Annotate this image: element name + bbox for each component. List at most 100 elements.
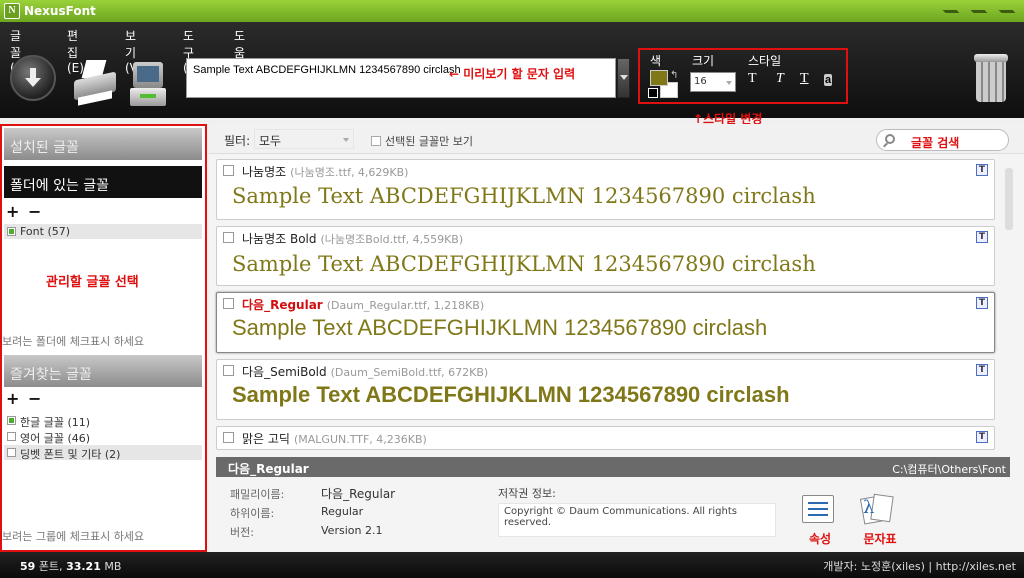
font-sample: Sample Text ABCDEFGHIJKLMN 1234567890 ci…: [232, 315, 768, 340]
details-header: 다음_Regular C:\컴퓨터\Others\Font: [216, 457, 1010, 477]
font-file-info: (Daum_Regular.ttf, 1,218KB): [326, 299, 485, 312]
filter-label: 필터:: [224, 134, 251, 148]
font-checkbox[interactable]: [223, 232, 234, 243]
color-label: 색: [650, 54, 662, 68]
remove-folder-button[interactable]: −: [28, 202, 41, 221]
italic-style-button[interactable]: T: [776, 71, 784, 87]
subfamily-name-label: 하위이름:: [230, 507, 275, 520]
version-label: 버전:: [230, 526, 254, 539]
font-list-scrollbar[interactable]: [1005, 168, 1013, 230]
font-name: 다음_Regular (Daum_Regular.ttf, 1,218KB): [242, 298, 485, 312]
copyright-value: Copyright © Daum Communications. All rig…: [498, 503, 776, 537]
developer-info: 개발자: 노정훈(xiles) | http://xiles.net: [823, 560, 1016, 573]
font-name: 맑은 고딕 (MALGUN.TTF, 4,236KB): [242, 432, 427, 446]
font-name: 나눔명조 Bold (나눔명조Bold.ttf, 4,559KB): [242, 232, 464, 246]
antialias-style-button[interactable]: a: [824, 74, 833, 86]
character-map-icon: λ: [859, 493, 894, 525]
app-logo-icon: N: [4, 3, 20, 19]
filter-bar: 필터: 모두 선택된 글꼴만 보기 글꼴 검색: [209, 124, 1024, 154]
trash-icon[interactable]: [974, 54, 1008, 104]
subfamily-name-value: Regular: [321, 505, 364, 518]
font-checkbox[interactable]: [223, 432, 234, 443]
favorite-item-label: 영어 글꼴 (46): [20, 432, 91, 445]
font-search-input[interactable]: 글꼴 검색: [876, 129, 1009, 151]
folder-item-checkbox[interactable]: [7, 227, 16, 236]
family-name-label: 패밀리이름:: [230, 488, 285, 501]
font-checkbox[interactable]: [223, 365, 234, 376]
font-type-icon: T: [976, 231, 988, 243]
font-name: 다음_SemiBold (Daum_SemiBold.ttf, 672KB): [242, 365, 489, 379]
installed-fonts-header[interactable]: 설치된 글꼴: [4, 128, 202, 160]
remove-group-button[interactable]: −: [28, 389, 41, 408]
group-hint: 보려는 그룹에 체크표시 하세요: [2, 530, 145, 543]
size-label: 크기: [692, 54, 715, 68]
details-path: C:\컴퓨터\Others\Font: [892, 463, 1006, 476]
style-panel: 색 크기 스타일 ↰ 16 T T T a: [638, 48, 848, 104]
favorite-item-checkbox[interactable]: [7, 432, 16, 441]
close-button[interactable]: [996, 5, 1018, 17]
character-map-button[interactable]: λ 문자표: [856, 493, 900, 551]
details-title: 다음_Regular: [228, 462, 309, 476]
font-type-icon: T: [976, 431, 988, 443]
font-file-info: (나눔명조Bold.ttf, 4,559KB): [320, 233, 464, 246]
swap-colors-icon[interactable]: ↰: [670, 70, 678, 81]
folder-item[interactable]: Font (57): [4, 224, 202, 239]
manage-fonts-note: 관리할 글꼴 선택: [46, 271, 139, 290]
preview-text-input[interactable]: Sample Text ABCDEFGHIJKLMN 1234567890 ci…: [186, 58, 616, 98]
only-selected-label: 선택된 글꼴만 보기: [385, 135, 473, 148]
font-file-info: (MALGUN.TTF, 4,236KB): [293, 433, 427, 446]
font-file-info: (나눔명조.ttf, 4,629KB): [290, 166, 409, 179]
preview-text-value: Sample Text ABCDEFGHIJKLMN 1234567890 ci…: [193, 64, 461, 76]
search-icon: [885, 134, 895, 144]
font-list-area: 필터: 모두 선택된 글꼴만 보기 글꼴 검색 나눔명조 (나눔명조.ttf, 4…: [209, 124, 1024, 552]
font-card[interactable]: 나눔명조 (나눔명조.ttf, 4,629KB) T Sample Text AB…: [216, 159, 995, 220]
toolbar-area: 글꼴(F) 편집(E) 보기(V) 도구(T) 도움말(H) Sample Te…: [0, 22, 1024, 118]
favorite-item-label: 딩벳 폰트 및 기타 (2): [20, 448, 121, 461]
font-card[interactable]: 나눔명조 Bold (나눔명조Bold.ttf, 4,559KB) T Sampl…: [216, 226, 995, 286]
add-folder-button[interactable]: +: [6, 202, 19, 221]
favorite-fonts-header[interactable]: 즐겨찾는 글꼴: [4, 355, 202, 387]
maximize-button[interactable]: [968, 5, 990, 17]
preview-history-dropdown[interactable]: [617, 58, 630, 98]
favorite-item-checkbox[interactable]: [7, 448, 16, 457]
reset-colors-icon[interactable]: [648, 88, 658, 98]
font-card[interactable]: 맑은 고딕 (MALGUN.TTF, 4,236KB) T: [216, 426, 995, 450]
copyright-label: 저작권 정보:: [498, 487, 556, 500]
favorite-item[interactable]: 한글 글꼴 (11): [4, 413, 202, 429]
family-name-value: 다음_Regular: [321, 487, 396, 501]
minimize-button[interactable]: [940, 5, 962, 17]
only-selected-checkbox[interactable]: [371, 136, 381, 146]
printer-icon[interactable]: [72, 60, 118, 108]
properties-button[interactable]: 속성: [800, 495, 836, 551]
underline-style-button[interactable]: T: [800, 71, 809, 87]
sidebar: 설치된 글꼴 폴더에 있는 글꼴 + − Font (57) 관리할 글꼴 선택…: [0, 124, 207, 552]
font-checkbox[interactable]: [223, 165, 234, 176]
only-selected-toggle[interactable]: 선택된 글꼴만 보기: [371, 133, 473, 149]
character-map-button-label: 문자표: [863, 532, 897, 546]
status-bar: 59 폰트, 33.21 MB 개발자: 노정훈(xiles) | http:/…: [0, 552, 1024, 578]
font-checkbox[interactable]: [223, 298, 234, 309]
font-size-select[interactable]: 16: [690, 72, 736, 92]
folder-fonts-header[interactable]: 폴더에 있는 글꼴: [4, 166, 202, 198]
favorite-item[interactable]: 딩벳 폰트 및 기타 (2): [4, 445, 202, 461]
export-image-icon[interactable]: [130, 62, 166, 108]
bold-style-button[interactable]: T: [748, 71, 757, 87]
version-value: Version 2.1: [321, 524, 383, 537]
download-icon[interactable]: [10, 55, 56, 101]
font-card-selected[interactable]: 다음_Regular (Daum_Regular.ttf, 1,218KB) T …: [216, 292, 995, 353]
font-type-icon: T: [976, 297, 988, 309]
font-sample: Sample Text ABCDEFGHIJKLMN 1234567890 ci…: [232, 252, 816, 276]
font-card[interactable]: 다음_SemiBold (Daum_SemiBold.ttf, 672KB) T …: [216, 359, 995, 420]
style-label: 스타일: [748, 54, 782, 68]
foreground-color-swatch[interactable]: [650, 70, 668, 86]
font-count: 59 폰트, 33.21 MB: [20, 560, 122, 573]
properties-icon: [802, 495, 834, 523]
favorite-item[interactable]: 영어 글꼴 (46): [4, 429, 202, 445]
title-bar: N NexusFont: [0, 0, 1024, 22]
favorite-item-checkbox[interactable]: [7, 416, 16, 425]
folder-hint: 보려는 폴더에 체크표시 하세요: [2, 335, 145, 348]
filter-select[interactable]: 모두: [254, 129, 354, 149]
folder-item-label: Font (57): [20, 225, 71, 238]
add-group-button[interactable]: +: [6, 389, 19, 408]
preview-text-hint: ← 미리보기 할 문자 입력: [449, 67, 576, 81]
